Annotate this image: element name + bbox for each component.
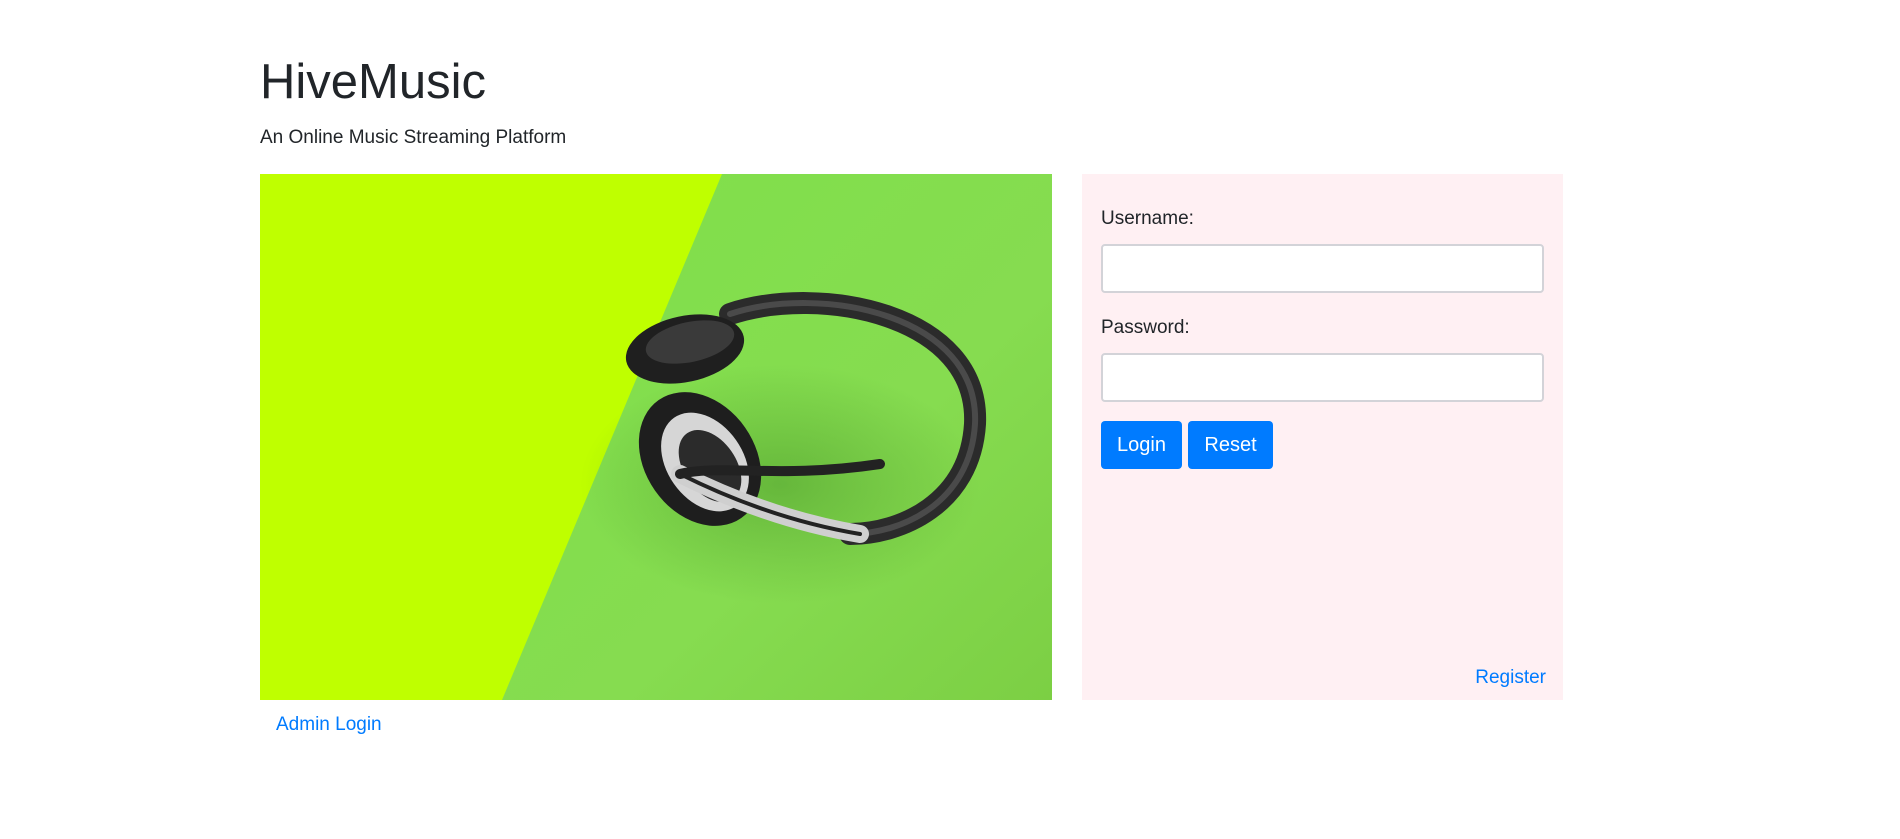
register-link[interactable]: Register [1475, 666, 1546, 690]
username-label: Username: [1101, 208, 1194, 229]
headphones-image [260, 174, 1052, 700]
password-label: Password: [1101, 317, 1190, 338]
login-button[interactable]: Login [1101, 421, 1182, 469]
hero-image [260, 174, 1052, 700]
password-input[interactable] [1101, 353, 1544, 402]
page-subtitle: An Online Music Streaming Platform [260, 127, 567, 148]
login-panel: Username: Password: Login Reset Register [1082, 174, 1563, 700]
page-title: HiveMusic [260, 55, 486, 109]
admin-login-link[interactable]: Admin Login [276, 712, 382, 738]
username-input[interactable] [1101, 244, 1544, 293]
reset-button[interactable]: Reset [1188, 421, 1273, 469]
